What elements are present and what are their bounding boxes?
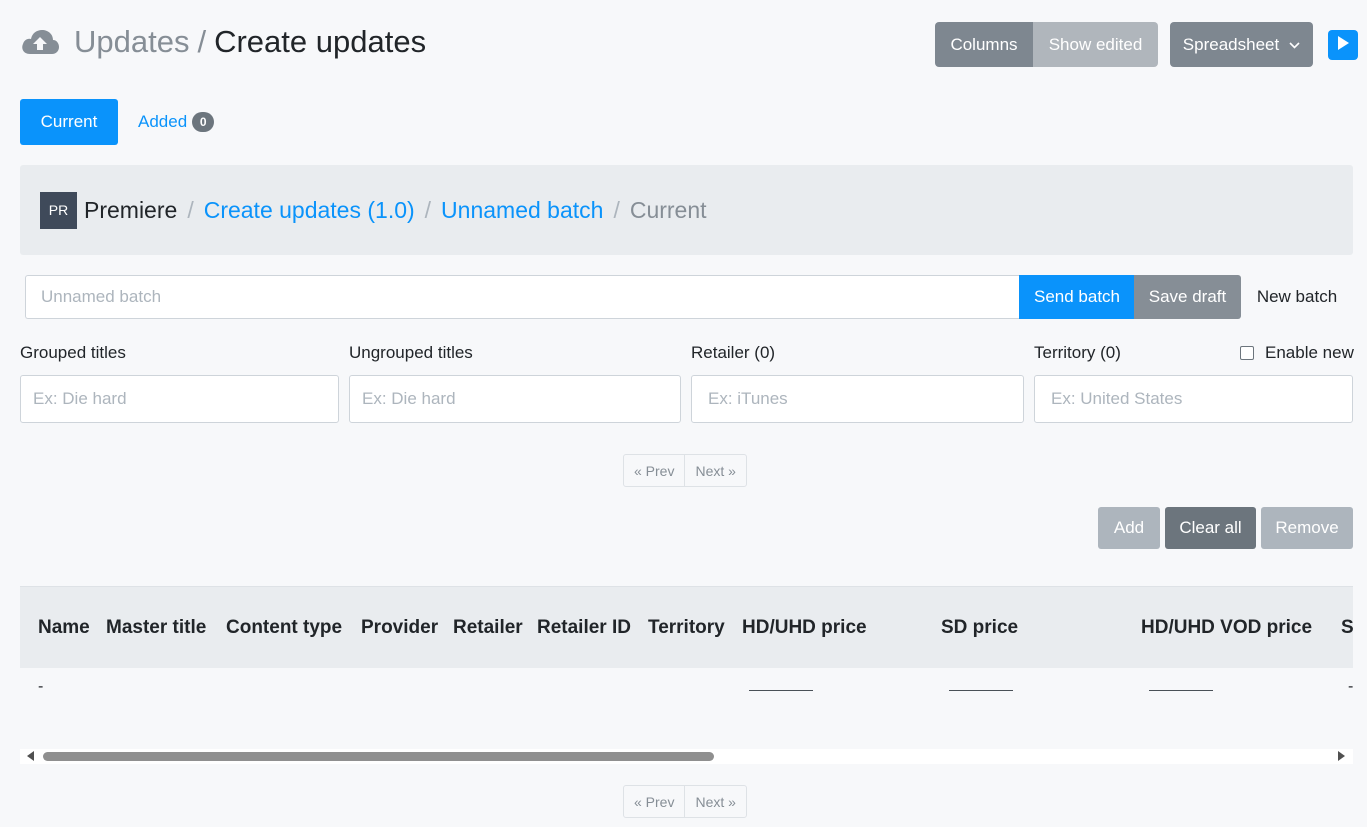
page-section[interactable]: Updates (74, 24, 189, 60)
batch-name-input[interactable] (25, 275, 1020, 319)
pagination-top: « Prev Next » (623, 454, 747, 487)
table-header: Name Master title Content type Provider … (20, 586, 1353, 668)
breadcrumb-separator: / (613, 196, 620, 223)
column-header[interactable]: Master title (106, 587, 206, 668)
retailer-label: Retailer (0) (691, 343, 776, 362)
run-button[interactable] (1328, 30, 1358, 60)
hd-vod-price-input[interactable] (1149, 690, 1213, 691)
breadcrumb-separator: / (187, 196, 194, 223)
next-page-button[interactable]: Next » (684, 455, 745, 486)
breadcrumb-unnamed-batch[interactable]: Unnamed batch (441, 197, 603, 224)
column-header[interactable]: Provider (361, 587, 438, 668)
next-page-button[interactable]: Next » (684, 786, 745, 817)
pagination-bottom: « Prev Next » (623, 785, 747, 818)
territory-input[interactable] (1034, 375, 1353, 423)
breadcrumb-root: Premiere (84, 196, 178, 223)
column-header[interactable]: Name (38, 587, 90, 668)
prev-page-button[interactable]: « Prev (624, 786, 684, 817)
spreadsheet-dropdown[interactable]: Spreadsheet (1170, 22, 1313, 67)
avatar: PR (40, 191, 77, 229)
column-header[interactable]: Retailer ID (537, 587, 631, 668)
prev-page-button[interactable]: « Prev (624, 455, 684, 486)
column-header[interactable]: Retailer (453, 587, 523, 668)
enable-new-checkbox[interactable] (1240, 346, 1254, 360)
ungrouped-titles-input[interactable] (349, 375, 681, 423)
column-header[interactable]: SD price (941, 587, 1018, 668)
scroll-right-icon[interactable] (1338, 751, 1345, 761)
column-header[interactable]: Content type (226, 587, 342, 668)
added-count-badge: 0 (192, 112, 215, 132)
play-icon (1337, 35, 1349, 55)
scroll-left-icon[interactable] (27, 751, 34, 761)
save-draft-button[interactable]: Save draft (1134, 275, 1241, 319)
row-last-cell: - (1348, 678, 1353, 695)
row-name-cell: - (38, 678, 44, 695)
enable-new-label: Enable new (1265, 343, 1354, 362)
spreadsheet-label: Spreadsheet (1182, 34, 1280, 54)
cloud-upload-icon (20, 26, 60, 58)
column-header[interactable]: HD/UHD price (742, 587, 867, 668)
chevron-down-icon (1289, 38, 1300, 52)
page-title: Create updates (214, 24, 427, 59)
hd-price-input[interactable] (749, 690, 813, 691)
grouped-titles-label: Grouped titles (20, 343, 126, 362)
tab-added-label: Added (138, 112, 188, 131)
tab-current[interactable]: Current (20, 99, 118, 145)
territory-label: Territory (0) (1034, 343, 1121, 362)
breadcrumb-current: Current (629, 196, 707, 223)
page-header: Updates / Create updates (20, 20, 426, 64)
tab-added[interactable]: Added 0 (138, 99, 215, 145)
grouped-titles-input[interactable] (20, 375, 339, 423)
scrollbar-thumb[interactable] (43, 752, 714, 761)
add-button[interactable]: Add (1098, 507, 1160, 549)
breadcrumb-separator: / (424, 196, 432, 223)
columns-button[interactable]: Columns (935, 22, 1033, 67)
clear-all-button[interactable]: Clear all (1165, 507, 1256, 549)
ungrouped-titles-label: Ungrouped titles (349, 343, 473, 362)
show-edited-button[interactable]: Show edited (1033, 22, 1158, 67)
column-header[interactable]: S (1341, 587, 1353, 668)
column-header[interactable]: Territory (648, 587, 725, 668)
remove-button[interactable]: Remove (1261, 507, 1353, 549)
breadcrumb: PR Premiere / Create updates (1.0) / Unn… (20, 165, 1353, 255)
enable-new-toggle[interactable]: Enable new (1240, 343, 1354, 363)
column-header[interactable]: HD/UHD VOD price (1141, 587, 1312, 668)
title-separator: / (197, 24, 207, 59)
retailer-input[interactable] (691, 375, 1024, 423)
new-batch-button[interactable]: New batch (1241, 275, 1353, 319)
send-batch-button[interactable]: Send batch (1019, 275, 1135, 319)
breadcrumb-create-updates[interactable]: Create updates (1.0) (204, 197, 415, 224)
sd-price-input[interactable] (949, 690, 1013, 691)
table-row: - - (20, 668, 1353, 738)
